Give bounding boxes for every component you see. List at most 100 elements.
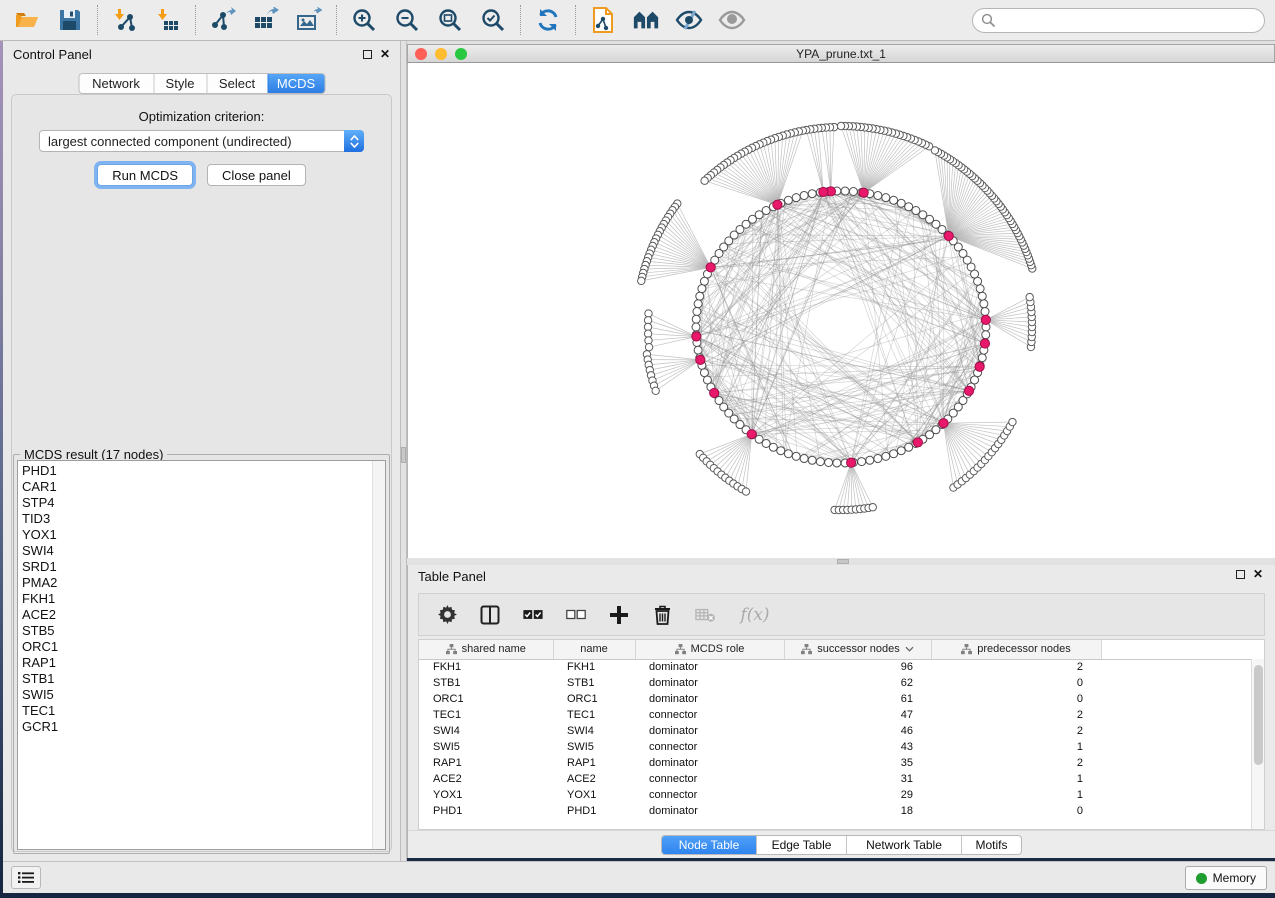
table-panel-title: Table Panel <box>418 569 486 584</box>
network-graph[interactable] <box>408 63 1275 558</box>
export-table-icon[interactable] <box>252 6 280 34</box>
list-item[interactable]: STB1 <box>22 671 369 687</box>
table-row[interactable]: PHD1PHD1dominator180 <box>419 803 1264 819</box>
import-network-icon[interactable] <box>111 6 139 34</box>
list-item[interactable]: STP4 <box>22 495 369 511</box>
close-panel-button[interactable]: Close panel <box>207 164 306 186</box>
network-window-titlebar[interactable]: YPA_prune.txt_1 <box>407 44 1275 63</box>
table-row[interactable]: YOX1YOX1connector291 <box>419 787 1264 803</box>
zoom-in-icon[interactable] <box>350 6 378 34</box>
zoom-selected-icon[interactable] <box>479 6 507 34</box>
tab-edge-table[interactable]: Edge Table <box>756 836 846 854</box>
table-row[interactable]: STB1STB1dominator620 <box>419 675 1264 691</box>
list-item[interactable]: STB5 <box>22 623 369 639</box>
table-row[interactable]: SWI5SWI5connector431 <box>419 739 1264 755</box>
list-item[interactable]: ACE2 <box>22 607 369 623</box>
tab-select[interactable]: Select <box>206 74 267 93</box>
column-header-successor_nodes[interactable]: successor nodes <box>784 640 931 659</box>
apply-layout-icon[interactable] <box>534 6 562 34</box>
show-all-icon[interactable] <box>718 6 746 34</box>
task-history-button[interactable] <box>11 866 41 889</box>
list-item[interactable]: SWI5 <box>22 687 369 703</box>
table-row[interactable]: TEC1TEC1connector472 <box>419 707 1264 723</box>
run-mcds-button[interactable]: Run MCDS <box>97 164 193 186</box>
scrollbar-thumb[interactable] <box>1254 665 1263 765</box>
splitter-grip[interactable] <box>401 447 406 463</box>
search-icon <box>981 13 996 28</box>
optimization-criterion-value: largest connected component (undirected) <box>40 134 344 149</box>
clear-selection-icon[interactable] <box>566 605 586 625</box>
hide-selected-icon[interactable] <box>675 6 703 34</box>
vertical-splitter[interactable] <box>400 41 407 862</box>
node-table-container: shared namenameMCDS rolesuccessor nodesp… <box>418 639 1265 830</box>
tab-node-table[interactable]: Node Table <box>662 836 756 854</box>
list-item[interactable]: YOX1 <box>22 527 369 543</box>
float-panel-icon[interactable] <box>363 50 372 59</box>
zoom-out-icon[interactable] <box>393 6 421 34</box>
list-item[interactable]: CAR1 <box>22 479 369 495</box>
tab-mcds[interactable]: MCDS <box>267 74 324 93</box>
status-bar: Memory <box>3 861 1275 893</box>
column-header-mcds_role[interactable]: MCDS role <box>635 640 784 659</box>
list-item[interactable]: RAP1 <box>22 655 369 671</box>
table-toolbar: f(x) <box>418 593 1265 636</box>
list-item[interactable]: PMA2 <box>22 575 369 591</box>
table-tabs: Node TableEdge TableNetwork TableMotifs <box>661 835 1022 855</box>
list-item[interactable]: ORC1 <box>22 639 369 655</box>
search-input[interactable] <box>972 8 1265 33</box>
delete-column-icon[interactable] <box>652 605 672 625</box>
first-neighbors-icon[interactable] <box>632 6 660 34</box>
list-item[interactable]: FKH1 <box>22 591 369 607</box>
list-item[interactable]: PHD1 <box>22 463 369 479</box>
control-panel-title: Control Panel <box>13 47 92 62</box>
control-panel: Control Panel ✕ NetworkStyleSelectMCDS O… <box>3 41 400 862</box>
delete-table-icon[interactable] <box>695 605 715 625</box>
column-header-name[interactable]: name <box>553 640 635 659</box>
horizontal-splitter[interactable] <box>407 558 1275 565</box>
table-row[interactable]: RAP1RAP1dominator352 <box>419 755 1264 771</box>
tab-motifs[interactable]: Motifs <box>961 836 1021 854</box>
list-item[interactable]: SRD1 <box>22 559 369 575</box>
mcds-result-list[interactable]: PHD1CAR1STP4TID3YOX1SWI4SRD1PMA2FKH1ACE2… <box>17 460 386 850</box>
export-image-icon[interactable] <box>295 6 323 34</box>
column-header-shared_name[interactable]: shared name <box>419 640 553 659</box>
table-footer: Node TableEdge TableNetwork TableMotifs <box>408 830 1275 858</box>
tab-style[interactable]: Style <box>153 74 206 93</box>
table-scrollbar[interactable] <box>1251 659 1264 829</box>
network-from-file-icon[interactable] <box>589 6 617 34</box>
column-settings-icon[interactable] <box>437 605 457 625</box>
panel-mode-icon[interactable] <box>480 605 500 625</box>
list-item[interactable]: TEC1 <box>22 703 369 719</box>
open-session-icon[interactable] <box>13 6 41 34</box>
save-session-icon[interactable] <box>56 6 84 34</box>
optimization-criterion-select[interactable]: largest connected component (undirected) <box>39 130 364 152</box>
list-item[interactable]: SWI4 <box>22 543 369 559</box>
table-panel: Table Panel ✕ f(x) shar <box>407 565 1275 858</box>
list-item[interactable]: TID3 <box>22 511 369 527</box>
table-row[interactable]: ACE2ACE2connector311 <box>419 771 1264 787</box>
result-scrollbar[interactable] <box>372 461 385 849</box>
export-network-icon[interactable] <box>209 6 237 34</box>
optimization-criterion-label: Optimization criterion: <box>3 109 400 124</box>
control-panel-tabs: NetworkStyleSelectMCDS <box>78 73 325 94</box>
add-column-icon[interactable] <box>609 605 629 625</box>
import-table-icon[interactable] <box>154 6 182 34</box>
node-table[interactable]: shared namenameMCDS rolesuccessor nodesp… <box>419 640 1264 819</box>
memory-button[interactable]: Memory <box>1185 866 1267 890</box>
network-canvas[interactable] <box>407 63 1275 558</box>
tab-network[interactable]: Network <box>79 74 153 93</box>
function-builder-icon[interactable]: f(x) <box>738 605 772 625</box>
table-row[interactable]: ORC1ORC1dominator610 <box>419 691 1264 707</box>
column-header-empty <box>1101 640 1264 659</box>
table-row[interactable]: FKH1FKH1dominator962 <box>419 659 1264 675</box>
table-row[interactable]: SWI4SWI4dominator462 <box>419 723 1264 739</box>
tab-network-table[interactable]: Network Table <box>846 836 961 854</box>
float-panel-icon[interactable] <box>1236 570 1245 579</box>
splitter-grip[interactable] <box>837 559 849 564</box>
zoom-fit-icon[interactable] <box>436 6 464 34</box>
column-header-predecessor_nodes[interactable]: predecessor nodes <box>931 640 1101 659</box>
close-panel-icon[interactable]: ✕ <box>380 50 390 59</box>
list-item[interactable]: GCR1 <box>22 719 369 735</box>
select-all-icon[interactable] <box>523 605 543 625</box>
close-panel-icon[interactable]: ✕ <box>1253 570 1263 579</box>
